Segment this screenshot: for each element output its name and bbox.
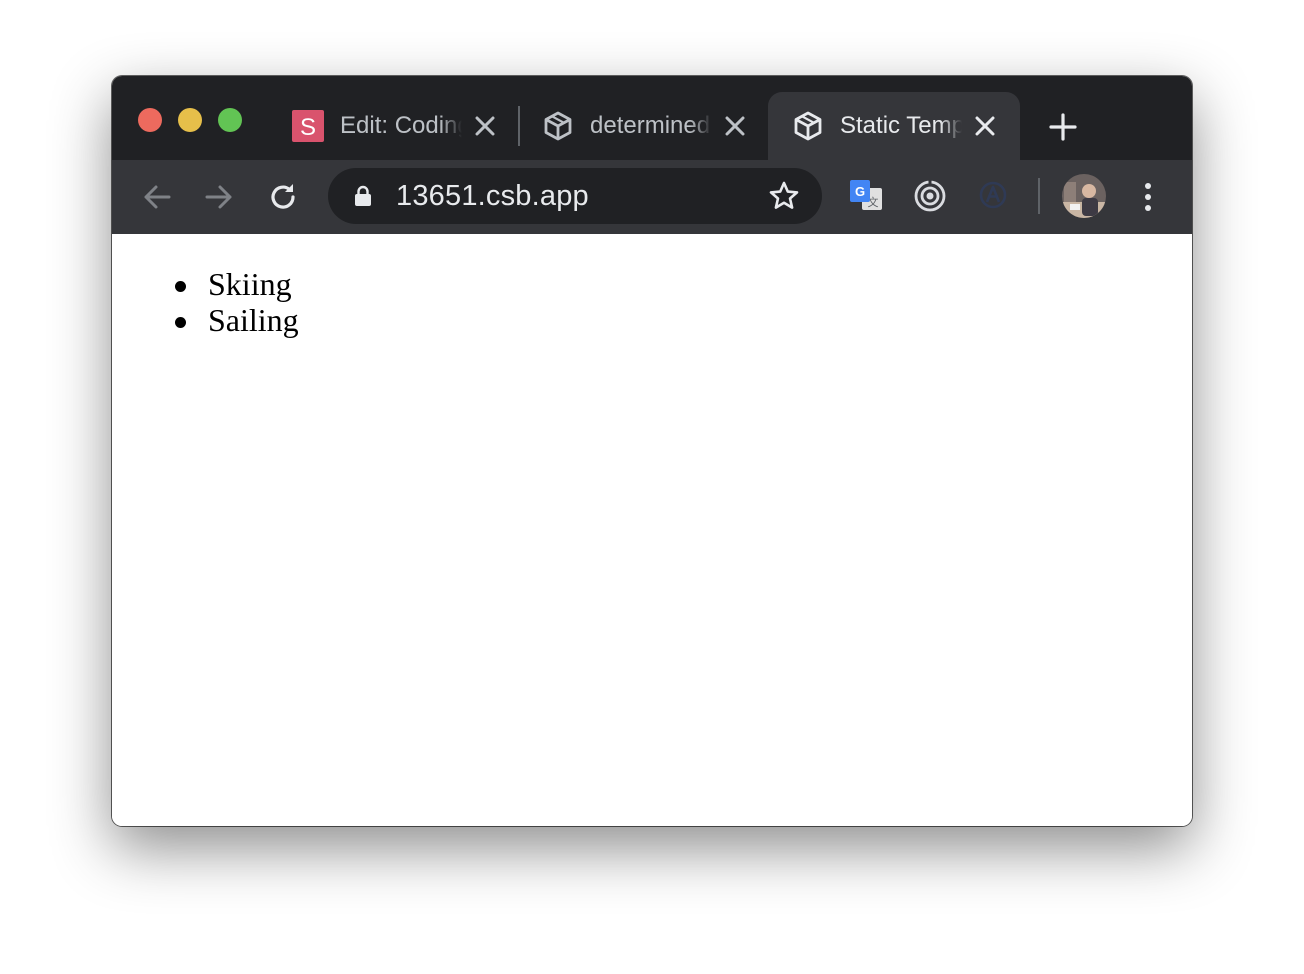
extension-a-icon[interactable]: [978, 180, 1008, 210]
profile-avatar[interactable]: [1062, 174, 1106, 218]
window-minimize-button[interactable]: [178, 108, 202, 132]
list-item: Skiing: [175, 266, 292, 302]
tab-static-template[interactable]: Static Template: [768, 92, 1020, 160]
tab-title: Static Template: [840, 112, 962, 139]
tab-title: Edit: Coding: [340, 112, 462, 139]
reload-icon[interactable]: [266, 180, 300, 214]
close-icon[interactable]: [974, 115, 996, 137]
window-maximize-button[interactable]: [218, 108, 242, 132]
tab-edit-coding[interactable]: S Edit: Coding: [268, 92, 518, 160]
sololearn-s-icon: S: [292, 110, 324, 142]
close-icon[interactable]: [474, 115, 496, 137]
toolbar-divider: [1038, 178, 1040, 214]
svg-text:G: G: [855, 184, 865, 199]
tab-strip: S Edit: Coding determined Static Temp: [112, 76, 1192, 160]
address-bar[interactable]: 13651.csb.app: [328, 168, 822, 224]
window-close-button[interactable]: [138, 108, 162, 132]
target-extension-icon[interactable]: [912, 178, 948, 214]
codesandbox-cube-icon: [544, 111, 572, 141]
google-translate-icon[interactable]: 文 G: [848, 178, 884, 214]
forward-arrow-icon[interactable]: [202, 180, 236, 214]
codesandbox-cube-icon: [794, 111, 822, 141]
svg-text:S: S: [300, 114, 316, 141]
list-item: Sailing: [175, 302, 299, 338]
more-vertical-icon[interactable]: [1136, 180, 1160, 214]
close-icon[interactable]: [724, 115, 746, 137]
back-arrow-icon[interactable]: [140, 180, 174, 214]
tab-title: determined: [590, 112, 711, 139]
browser-toolbar: 13651.csb.app 文 G: [112, 160, 1192, 234]
tab-determined[interactable]: determined: [518, 92, 768, 160]
browser-window: S Edit: Coding determined Static Temp 13…: [112, 76, 1192, 826]
new-tab-plus-icon[interactable]: [1048, 112, 1078, 142]
bookmark-star-icon[interactable]: [768, 180, 800, 212]
lock-icon: [355, 185, 371, 206]
url-text: 13651.csb.app: [396, 180, 589, 212]
page-content: Skiing Sailing: [112, 234, 1192, 826]
